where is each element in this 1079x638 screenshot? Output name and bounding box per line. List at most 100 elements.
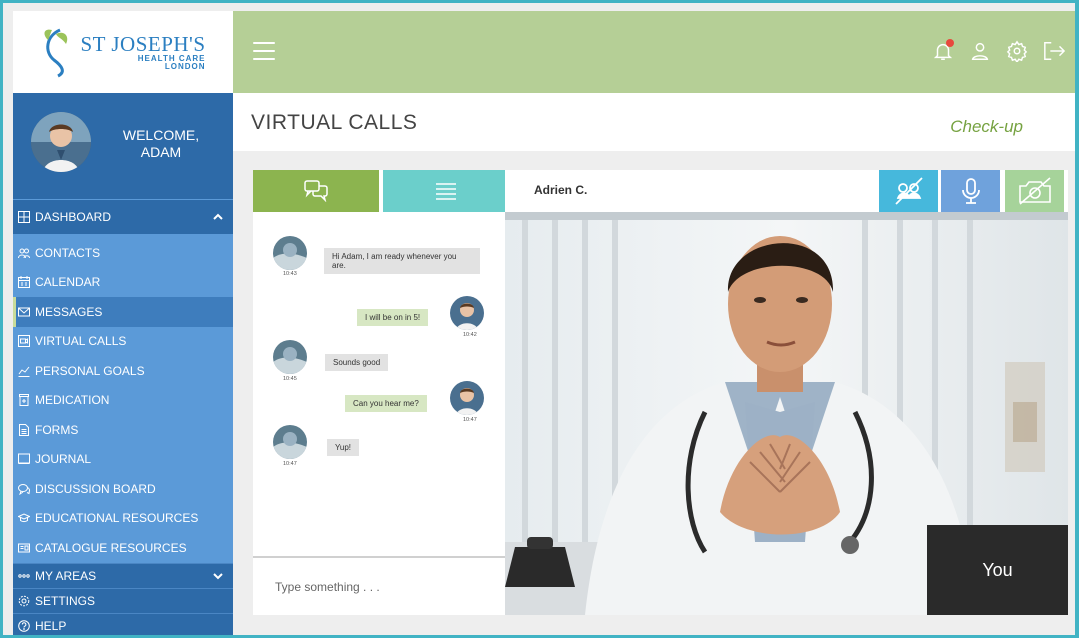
sidebar-item-label: VIRTUAL CALLS (35, 334, 127, 349)
screen-share-button[interactable] (1005, 170, 1064, 212)
sidebar-item-discussion-board[interactable]: DISCUSSION BOARD (13, 474, 233, 504)
page-subtitle: Check-up (950, 117, 1023, 136)
sidebar: WELCOME, ADAM DASHBOARD CONTACTS CALENDA… (13, 93, 233, 635)
sidebar-item-contacts[interactable]: CONTACTS (13, 238, 233, 268)
video-call-panel: Adrien C. You (505, 170, 1068, 615)
gear-icon (17, 595, 30, 608)
sidebar-item-label: DISCUSSION BOARD (35, 481, 156, 496)
contacts-icon (17, 246, 30, 259)
camera-off-icon (894, 177, 923, 205)
sidebar-item-personal-goals[interactable]: PERSONAL GOALS (13, 356, 233, 386)
discussion-icon (17, 482, 30, 495)
top-bar (233, 11, 1075, 93)
chevron-down-icon (213, 569, 223, 583)
more-dots-icon (17, 570, 30, 583)
user-name: ADAM (140, 144, 182, 160)
page-title: VIRTUAL CALLS (251, 111, 418, 134)
sidebar-item-journal[interactable]: JOURNAL (13, 445, 233, 475)
hamburger-icon[interactable] (253, 42, 275, 60)
sidebar-item-label: MESSAGES (35, 304, 103, 319)
sidebar-item-label: EDUCATIONAL RESOURCES (35, 511, 199, 526)
call-header: Adrien C. (505, 170, 1068, 212)
st-josephs-logo-mark-icon (44, 28, 68, 78)
catalogue-icon (17, 541, 30, 554)
caller-name: Adrien C. (534, 183, 588, 197)
sidebar-item-label: MY AREAS (35, 569, 97, 583)
sidebar-item-label: CALENDAR (35, 275, 101, 290)
message-bubble: Can you hear me? (345, 395, 427, 412)
avatar (450, 296, 484, 330)
journal-icon (17, 453, 30, 466)
list-icon (436, 183, 456, 200)
welcome-panel: WELCOME, ADAM (13, 93, 233, 199)
gear-icon[interactable] (1005, 39, 1029, 63)
message-input[interactable] (275, 579, 495, 594)
avatar (273, 340, 307, 374)
sidebar-item-settings[interactable]: SETTINGS (13, 588, 233, 613)
tab-chat[interactable] (253, 170, 379, 212)
avatar (273, 425, 307, 459)
message-list: 10:43 Hi Adam, I am ready whenever you a… (253, 212, 505, 552)
envelope-icon (17, 305, 30, 318)
sidebar-item-label: SETTINGS (35, 594, 96, 608)
help-icon (17, 620, 30, 633)
tab-list[interactable] (383, 170, 509, 212)
message-composer (253, 556, 505, 615)
message-time: 10:43 (283, 271, 297, 277)
microphone-button[interactable] (941, 170, 1000, 212)
self-view-label: You (982, 559, 1013, 580)
logo-title: ST JOSEPH'S (80, 31, 206, 56)
message-time: 10:47 (463, 417, 477, 423)
message-bubble: I will be on in 5! (357, 309, 429, 326)
graduation-icon (17, 512, 30, 525)
chat-icon (304, 180, 328, 202)
sidebar-item-label: MEDICATION (35, 393, 110, 408)
video-icon (17, 335, 30, 348)
chart-icon (17, 364, 30, 377)
self-view[interactable]: You (927, 525, 1068, 615)
sidebar-item-label: FORMS (35, 422, 79, 437)
sidebar-item-label: JOURNAL (35, 452, 92, 467)
medication-icon (17, 394, 30, 407)
sidebar-item-medication[interactable]: MEDICATION (13, 386, 233, 416)
sidebar-item-catalogue-resources[interactable]: CATALOGUE RESOURCES (13, 533, 233, 563)
message-bubble: Yup! (327, 439, 360, 456)
list-item: 10:43 Hi Adam, I am ready whenever you a… (253, 212, 505, 277)
app-frame: ST JOSEPH'S HEALTH CARE LONDON WELCOME, … (0, 0, 1079, 638)
chevron-up-icon (213, 210, 223, 224)
camera-toggle-button[interactable] (879, 170, 938, 212)
bell-icon[interactable] (931, 39, 955, 63)
message-time: 10:45 (283, 376, 297, 382)
message-time: 10:42 (463, 332, 477, 338)
sidebar-item-messages[interactable]: MESSAGES (13, 297, 233, 327)
avatar (273, 236, 307, 270)
dashboard-icon (17, 211, 30, 224)
chat-panel: 10:43 Hi Adam, I am ready whenever you a… (253, 170, 509, 615)
user-icon[interactable] (968, 39, 992, 63)
avatar (450, 381, 484, 415)
avatar[interactable] (31, 112, 91, 172)
sidebar-item-dashboard[interactable]: DASHBOARD (13, 200, 233, 234)
sidebar-item-label: PERSONAL GOALS (35, 363, 145, 378)
sidebar-item-educational-resources[interactable]: EDUCATIONAL RESOURCES (13, 504, 233, 534)
microphone-icon (961, 178, 980, 204)
message-time: 10:47 (283, 461, 297, 467)
message-bubble: Hi Adam, I am ready whenever you are. (324, 248, 480, 274)
sidebar-item-label: CATALOGUE RESOURCES (35, 540, 187, 555)
logo[interactable]: ST JOSEPH'S HEALTH CARE LONDON (13, 11, 233, 93)
sidebar-item-my-areas[interactable]: MY AREAS (13, 563, 233, 588)
sidebar-item-label: DASHBOARD (35, 210, 112, 224)
logout-icon[interactable] (1042, 39, 1066, 63)
sidebar-item-label: CONTACTS (35, 245, 101, 260)
sidebar-item-label: HELP (35, 619, 67, 633)
welcome-line: WELCOME, (122, 127, 200, 143)
sidebar-item-forms[interactable]: FORMS (13, 415, 233, 445)
calendar-icon (17, 276, 30, 289)
message-bubble: Sounds good (325, 354, 389, 371)
form-icon (17, 423, 30, 436)
sidebar-item-virtual-calls[interactable]: VIRTUAL CALLS (13, 327, 233, 357)
sidebar-item-calendar[interactable]: CALENDAR (13, 268, 233, 298)
screen-share-off-icon (1018, 177, 1051, 205)
logo-subtitle-2: LONDON (164, 61, 206, 71)
sidebar-item-help[interactable]: HELP (13, 613, 233, 635)
